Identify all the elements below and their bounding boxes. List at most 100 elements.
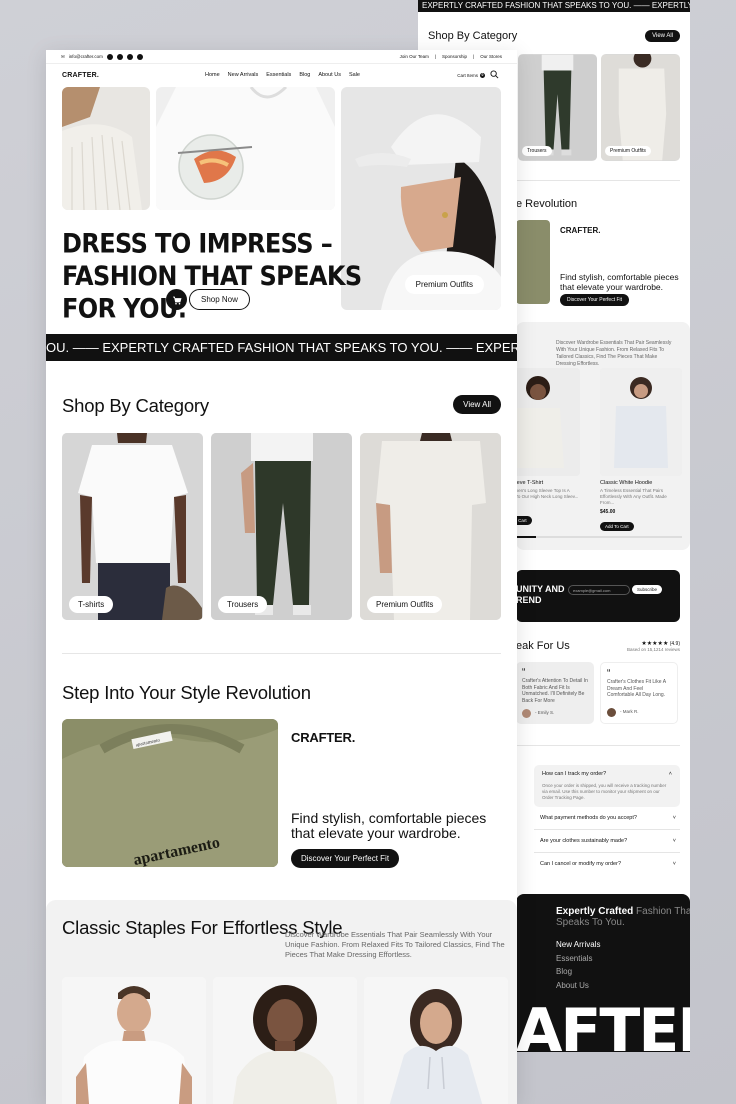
footer-link[interactable]: Essentials <box>556 952 600 966</box>
youtube-icon[interactable] <box>126 53 133 60</box>
back-category-card[interactable]: Trousers <box>518 54 597 161</box>
back-view-all-button[interactable]: View All <box>645 30 680 42</box>
avatar <box>607 708 616 717</box>
carousel-progress-thumb <box>516 536 536 538</box>
long-sleeve-woman-photo <box>213 977 357 1104</box>
nav-item-home[interactable]: Home <box>205 72 220 78</box>
tshirt-model-photo <box>62 433 203 620</box>
divider <box>534 829 680 830</box>
chevron-down-icon: ˅ <box>672 815 676 821</box>
staples-description: Discover Wardrobe Essentials That Pair S… <box>285 930 505 959</box>
marquee-banner: OU. —— EXPERTLY CRAFTED FASHION THAT SPE… <box>46 334 517 361</box>
carousel-progress-bar[interactable] <box>516 536 682 538</box>
faq-item-open[interactable]: How can I track my order? ˄ Once your ord… <box>534 765 680 807</box>
back-category-card[interactable]: Premium Outfits <box>601 54 680 161</box>
nav-item-essentials[interactable]: Essentials <box>266 72 291 78</box>
top-bar-links: Join Our Team | Sponsorship | Our Stores <box>400 54 502 59</box>
chevron-down-icon: ˅ <box>672 861 676 867</box>
back-staples-description: Discover Wardrobe Essentials That Pair S… <box>556 340 672 367</box>
tshirt-with-plate-image <box>156 87 335 210</box>
footer-link[interactable]: About Us <box>556 979 600 993</box>
add-to-cart-button[interactable]: Add To Cart <box>600 522 634 531</box>
testimonial-card: “ Crafter's Attention To Detail In Both … <box>516 662 594 724</box>
back-category-cards: Trousers Premium Outfits <box>518 54 680 161</box>
footer-tagline-strong: Expertly Crafted <box>556 906 634 917</box>
product-description: A Timeless Essential That Pairs Effortle… <box>600 488 667 505</box>
newsletter-email-input[interactable]: example@gmail.com <box>568 585 630 595</box>
revolution-text: Find stylish, comfortable pieces that el… <box>291 810 487 841</box>
knit-sweater-image <box>62 87 150 210</box>
crafter-logo[interactable]: CRAFTER. <box>62 72 99 79</box>
divider <box>534 852 680 853</box>
author-name: - Mark R. <box>620 709 639 715</box>
back-newsletter: UNITY AND REND example@gmail.com Subscrib… <box>516 570 680 622</box>
faq-question: What payment methods do you accept? <box>540 815 637 821</box>
discover-fit-button[interactable]: Discover Your Perfect Fit <box>291 849 400 868</box>
top-link[interactable]: Sponsorship <box>442 54 467 59</box>
footer-links: New Arrivals Essentials Blog About Us <box>556 938 600 992</box>
product-price: $45.00 <box>600 509 616 515</box>
contact-email[interactable]: info@crafter.com <box>69 54 103 59</box>
back-category-label: Trousers <box>522 146 552 156</box>
nav-item-blog[interactable]: Blog <box>299 72 310 78</box>
back-staples-section: Discover Wardrobe Essentials That Pair S… <box>498 322 690 550</box>
crafter-logo-secondary: CRAFTER. <box>291 730 356 745</box>
avatar <box>522 709 531 718</box>
footer-big-wordmark: AFTER <box>516 996 690 1052</box>
nav-item-new-arrivals[interactable]: New Arrivals <box>228 72 259 78</box>
trousers-model-photo <box>211 433 352 620</box>
back-footer: Expertly Crafted Fashion That Speaks To … <box>516 894 690 1052</box>
hoodie-woman-photo <box>364 977 508 1104</box>
category-card-trousers[interactable]: Trousers <box>211 433 352 620</box>
cart-button[interactable]: Cart Items 0 <box>457 72 485 78</box>
view-all-button[interactable]: View All <box>453 395 501 414</box>
category-card-tshirts[interactable]: T-shirts <box>62 433 203 620</box>
premium-outfits-label[interactable]: Premium Outfits <box>404 275 484 294</box>
back-crafter-logo: CRAFTER. <box>560 226 601 235</box>
instagram-icon[interactable] <box>136 53 143 60</box>
separator: | <box>434 54 437 59</box>
back-product-card[interactable]: Classic White Hoodie A Timeless Essentia… <box>600 368 682 533</box>
x-icon[interactable] <box>116 53 123 60</box>
faq-item[interactable]: Are your clothes sustainably made? ˅ <box>540 838 676 844</box>
cart-icon-button[interactable] <box>166 289 187 310</box>
front-page-preview: ✉ info@crafter.com Join Our Team | Sponso… <box>46 50 517 1104</box>
footer-link[interactable]: New Arrivals <box>556 938 600 952</box>
subscribe-button[interactable]: Subscribe <box>632 585 663 594</box>
cart-count-badge: 0 <box>480 72 485 78</box>
hero-tshirt-plate-photo <box>156 87 335 210</box>
shop-now-button[interactable]: Shop Now <box>189 289 250 310</box>
search-icon[interactable] <box>490 70 499 79</box>
hero-cta-group: Shop Now <box>166 289 250 310</box>
author-name: - Emily S. <box>535 710 555 716</box>
faq-item[interactable]: Can I cancel or modify my order? ˅ <box>540 861 676 867</box>
faq-item[interactable]: What payment methods do you accept? ˅ <box>540 815 676 821</box>
back-category-title: Shop By Category <box>428 30 518 42</box>
back-discover-button[interactable]: Discover Your Perfect Fit <box>560 294 630 306</box>
tshirt-man-photo <box>62 977 206 1104</box>
facebook-icon[interactable] <box>106 53 113 60</box>
back-category-header: Shop By Category View All <box>428 30 680 42</box>
top-link[interactable]: Join Our Team <box>400 54 429 59</box>
testimonial-text: Crafter's Attention To Detail In Both Fa… <box>522 678 588 704</box>
back-ticker: EXPERTLY CRAFTED FASHION THAT SPEAKS TO … <box>418 0 690 12</box>
cart-label: Cart Items <box>457 72 478 78</box>
nav-item-about[interactable]: About Us <box>318 72 341 78</box>
quote-icon: “ <box>607 668 611 679</box>
product-card[interactable] <box>62 977 206 1104</box>
footer-link[interactable]: Blog <box>556 965 600 979</box>
top-link[interactable]: Our Stores <box>480 54 502 59</box>
testimonial-author: - Mark R. <box>607 708 639 717</box>
product-card[interactable] <box>364 977 508 1104</box>
cart-icon <box>172 296 182 304</box>
hoodie-model-photo <box>600 368 682 476</box>
category-title: Shop By Category <box>62 395 209 416</box>
olive-shirt-photo: apartamento apartamento <box>62 719 278 867</box>
nav-item-sale[interactable]: Sale <box>349 72 360 78</box>
faq-question: Can I cancel or modify my order? <box>540 861 622 867</box>
testimonial-text: Crafter's Clothes Fit Like A Dream And F… <box>607 679 666 698</box>
apartamento-shirt-image: apartamento apartamento <box>62 719 278 867</box>
category-card-premium-outfits[interactable]: Premium Outfits <box>360 433 501 620</box>
product-card[interactable] <box>213 977 357 1104</box>
back-rating-summary: ★★★★★ (4.9) Based on 15,1214 reviews <box>627 640 680 653</box>
